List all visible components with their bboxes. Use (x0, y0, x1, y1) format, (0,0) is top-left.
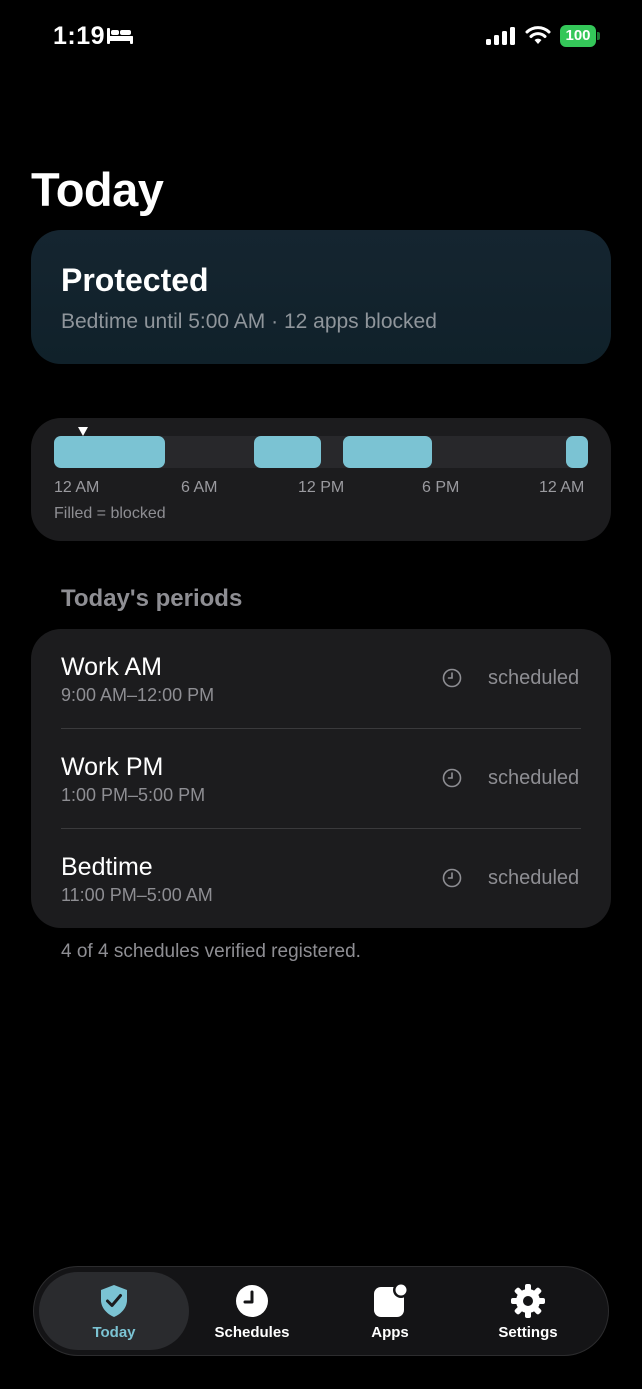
tab-label: Apps (371, 1324, 409, 1341)
tab-label: Schedules (214, 1324, 290, 1341)
shield-check-icon (101, 1285, 127, 1317)
tab-settings[interactable]: Settings (453, 1272, 603, 1350)
protection-status-title: Protected (61, 262, 209, 298)
periods-section-header: Today's periods (61, 585, 243, 612)
blocked-period-bar (54, 436, 166, 468)
timeline-tick: 12 AM (539, 479, 585, 496)
period-time: 11:00 PM–5:00 AM (61, 885, 213, 905)
clock-icon (442, 668, 462, 688)
current-time-marker (78, 427, 89, 436)
blocked-period-bar (343, 436, 433, 468)
tab-bar: Today Schedules Apps Settings (33, 1266, 609, 1356)
day-timeline-card: 12 AM 6 AM 12 PM 6 PM 12 AM Filled = blo… (31, 418, 611, 541)
cellular-signal-icon (486, 27, 515, 45)
timeline-tick: 6 PM (422, 479, 460, 496)
period-row-work-pm[interactable]: Work PM 1:00 PM–5:00 PM scheduled (31, 729, 611, 829)
period-time: 1:00 PM–5:00 PM (61, 785, 206, 805)
period-name: Work AM (61, 653, 162, 681)
schedules-verified-footnote: 4 of 4 schedules verified registered. (61, 941, 361, 962)
blocked-period-bar (254, 436, 321, 468)
gear-icon (511, 1284, 545, 1318)
tab-apps[interactable]: Apps (315, 1272, 465, 1350)
period-row-work-am[interactable]: Work AM 9:00 AM–12:00 PM scheduled (31, 629, 611, 729)
timeline-tick: 6 AM (181, 479, 218, 496)
battery-indicator: 100 (560, 25, 600, 47)
clock-icon (442, 868, 462, 888)
clock-icon (442, 768, 462, 788)
tab-today[interactable]: Today (39, 1272, 189, 1350)
tab-schedules[interactable]: Schedules (177, 1272, 327, 1350)
protection-status-card[interactable]: Protected Bedtime until 5:00 AM · 12 app… (31, 230, 611, 364)
battery-level: 100 (560, 25, 596, 47)
battery-cap (597, 32, 600, 40)
period-name: Bedtime (61, 853, 153, 881)
blocked-period-bar (565, 436, 588, 468)
clock-icon (236, 1285, 268, 1317)
protection-status-subtitle: Bedtime until 5:00 AM · 12 apps blocked (61, 310, 437, 333)
status-time: 1:19 (53, 22, 106, 50)
page-title: Today (31, 163, 164, 216)
period-name: Work PM (61, 753, 164, 781)
timeline-legend: Filled = blocked (54, 505, 166, 522)
status-bar: 1:19 100 (0, 0, 642, 70)
period-status: scheduled (488, 767, 580, 789)
timeline-track (54, 427, 588, 468)
bed-icon (107, 28, 133, 44)
tab-label: Settings (498, 1324, 558, 1341)
periods-list: Work AM 9:00 AM–12:00 PM scheduled Work … (31, 629, 611, 928)
tab-label: Today (92, 1324, 136, 1341)
period-status: scheduled (488, 867, 580, 889)
period-time: 9:00 AM–12:00 PM (61, 685, 215, 705)
period-row-bedtime[interactable]: Bedtime 11:00 PM–5:00 AM scheduled (31, 829, 611, 928)
wifi-icon (525, 26, 551, 44)
period-status: scheduled (488, 667, 580, 689)
app-badge-icon (374, 1283, 408, 1317)
timeline-tick: 12 AM (54, 479, 100, 496)
timeline-tick: 12 PM (298, 479, 345, 496)
